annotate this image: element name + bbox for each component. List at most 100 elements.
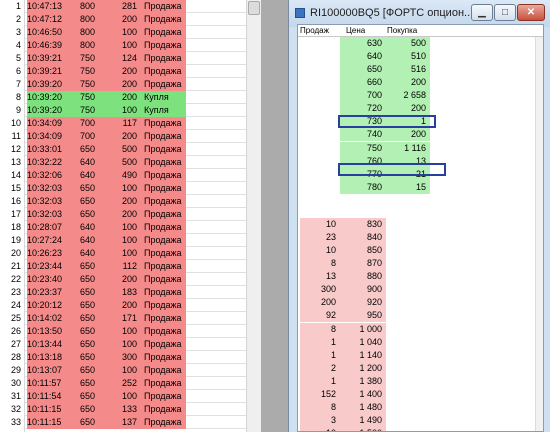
trade-row[interactable]: 30 10:11:57 650 252 Продажа (0, 377, 246, 390)
trade-row[interactable]: 15 10:32:03 650 100 Продажа (0, 182, 246, 195)
ask-row[interactable]: 740 200 (298, 128, 543, 142)
trade-qty: 100 (98, 234, 140, 247)
bid-row[interactable]: 11 380 (298, 374, 543, 388)
trade-row[interactable]: 17 10:32:03 650 200 Продажа (0, 208, 246, 221)
bid-qty: 1 (300, 348, 340, 362)
row-number: 16 (0, 195, 24, 208)
bid-row[interactable]: 21 200 (298, 361, 543, 375)
trade-row[interactable]: 23 10:23:37 650 183 Продажа (0, 286, 246, 299)
trade-row[interactable]: 14 10:32:06 640 490 Продажа (0, 169, 246, 182)
trade-row[interactable]: 27 10:13:44 650 100 Продажа (0, 338, 246, 351)
trade-row[interactable]: 22 10:23:40 650 200 Продажа (0, 273, 246, 286)
trade-row[interactable]: 33 10:11:15 650 137 Продажа (0, 416, 246, 429)
highlight-box (338, 115, 436, 128)
trade-row[interactable]: 25 10:14:02 650 171 Продажа (0, 312, 246, 325)
bid-row[interactable]: 200 920 (298, 296, 543, 310)
trade-row[interactable]: 1 10:47:13 800 281 Продажа (0, 0, 246, 13)
trade-row[interactable]: 4 10:46:39 800 100 Продажа (0, 39, 246, 52)
trade-row[interactable]: 16 10:32:03 650 200 Продажа (0, 195, 246, 208)
header-price[interactable]: Цена (346, 25, 365, 36)
row-number: 26 (0, 325, 24, 338)
bid-price: 840 (340, 231, 386, 245)
ask-row[interactable]: 660 200 (298, 76, 543, 90)
trade-price: 800 (65, 0, 98, 13)
bid-row[interactable]: 152 1 400 (298, 387, 543, 401)
trade-row[interactable]: 29 10:13:07 650 100 Продажа (0, 364, 246, 377)
header-sell-qty[interactable]: Продаж (300, 25, 329, 36)
trade-row[interactable]: 28 10:13:18 650 300 Продажа (0, 351, 246, 364)
row-number: 1 (0, 0, 24, 13)
trade-qty: 137 (98, 416, 140, 429)
bid-qty: 8 (300, 400, 340, 414)
trade-row[interactable]: 26 10:13:50 650 100 Продажа (0, 325, 246, 338)
row-number: 32 (0, 403, 24, 416)
bid-row[interactable]: 11 140 (298, 348, 543, 362)
trade-side: Продажа (140, 299, 186, 312)
trade-row[interactable]: 2 10:47:12 800 200 Продажа (0, 13, 246, 26)
trade-row[interactable]: 6 10:39:21 750 200 Продажа (0, 65, 246, 78)
order-book-scrollbar[interactable] (535, 37, 543, 431)
minimize-button[interactable]: ▁ (471, 4, 493, 21)
trade-row[interactable]: 32 10:11:15 650 133 Продажа (0, 403, 246, 416)
bid-row[interactable]: 23 840 (298, 231, 543, 245)
bid-row[interactable]: 10 850 (298, 244, 543, 258)
trade-price: 800 (65, 26, 98, 39)
trade-row[interactable]: 31 10:11:54 650 100 Продажа (0, 390, 246, 403)
trades-table: 1 10:47:13 800 281 Продажа 2 10:47:12 800 200 Про… (0, 0, 261, 432)
trade-side: Продажа (140, 390, 186, 403)
row-number: 25 (0, 312, 24, 325)
bid-row[interactable]: 92 950 (298, 309, 543, 323)
bid-row[interactable]: 300 900 (298, 283, 543, 297)
bid-qty: 1 (300, 335, 340, 349)
trade-row[interactable]: 10 10:34:09 700 117 Продажа (0, 117, 246, 130)
trade-row[interactable]: 9 10:39:20 750 100 Купля (0, 104, 246, 117)
trade-time: 10:11:54 (27, 390, 65, 403)
trade-row[interactable]: 5 10:39:21 750 124 Продажа (0, 52, 246, 65)
ask-row[interactable]: 650 516 (298, 63, 543, 77)
bid-row[interactable]: 13 880 (298, 270, 543, 284)
trade-side: Продажа (140, 52, 186, 65)
bid-row[interactable]: 11 040 (298, 335, 543, 349)
trade-price: 700 (65, 117, 98, 130)
window-titlebar[interactable]: RI100000BQ5 [ФОРТС опцион... ▁ □ ✕ (289, 0, 550, 27)
trade-time: 10:23:40 (27, 273, 65, 286)
trade-row[interactable]: 7 10:39:20 750 200 Продажа (0, 78, 246, 91)
trades-scrollbar[interactable] (246, 0, 261, 432)
trade-row[interactable]: 19 10:27:24 640 100 Продажа (0, 234, 246, 247)
ask-row[interactable]: 720 200 (298, 102, 543, 116)
bid-row[interactable]: 81 000 (298, 322, 543, 336)
row-number: 27 (0, 338, 24, 351)
header-buy-qty[interactable]: Покупка (387, 25, 417, 36)
trade-row[interactable]: 12 10:33:01 650 500 Продажа (0, 143, 246, 156)
trade-side: Продажа (140, 130, 186, 143)
trade-row[interactable]: 11 10:34:09 700 200 Продажа (0, 130, 246, 143)
bid-row[interactable]: 101 500 (298, 427, 543, 431)
ask-row[interactable]: 630 500 (298, 37, 543, 50)
trade-price: 650 (65, 325, 98, 338)
row-number: 4 (0, 39, 24, 52)
ask-row[interactable]: 700 2 658 (298, 89, 543, 103)
bid-row[interactable]: 8 870 (298, 257, 543, 271)
trade-row[interactable]: 24 10:20:12 650 200 Продажа (0, 299, 246, 312)
trade-row[interactable]: 20 10:26:23 640 100 Продажа (0, 247, 246, 260)
bid-row[interactable]: 31 490 (298, 414, 543, 428)
trade-row[interactable]: 3 10:46:50 800 100 Продажа (0, 26, 246, 39)
trade-row[interactable]: 8 10:39:20 750 200 Купля (0, 91, 246, 104)
trade-row[interactable]: 13 10:32:22 640 500 Продажа (0, 156, 246, 169)
trade-price: 650 (65, 143, 98, 156)
bid-row[interactable]: 10 830 (298, 218, 543, 231)
maximize-button[interactable]: □ (494, 4, 516, 21)
ask-row[interactable]: 750 1 116 (298, 141, 543, 155)
row-number: 10 (0, 117, 24, 130)
trade-side: Продажа (140, 169, 186, 182)
close-button[interactable]: ✕ (517, 4, 545, 21)
bid-row[interactable]: 81 480 (298, 400, 543, 414)
trade-row[interactable]: 18 10:28:07 640 100 Продажа (0, 221, 246, 234)
ask-row[interactable]: 640 510 (298, 50, 543, 64)
scrollbar-thumb[interactable] (248, 1, 260, 15)
trade-time: 10:20:12 (27, 299, 65, 312)
trade-row[interactable]: 21 10:23:44 650 112 Продажа (0, 260, 246, 273)
trade-side: Продажа (140, 221, 186, 234)
ask-row[interactable]: 780 15 (298, 180, 543, 194)
trade-side: Продажа (140, 78, 186, 91)
